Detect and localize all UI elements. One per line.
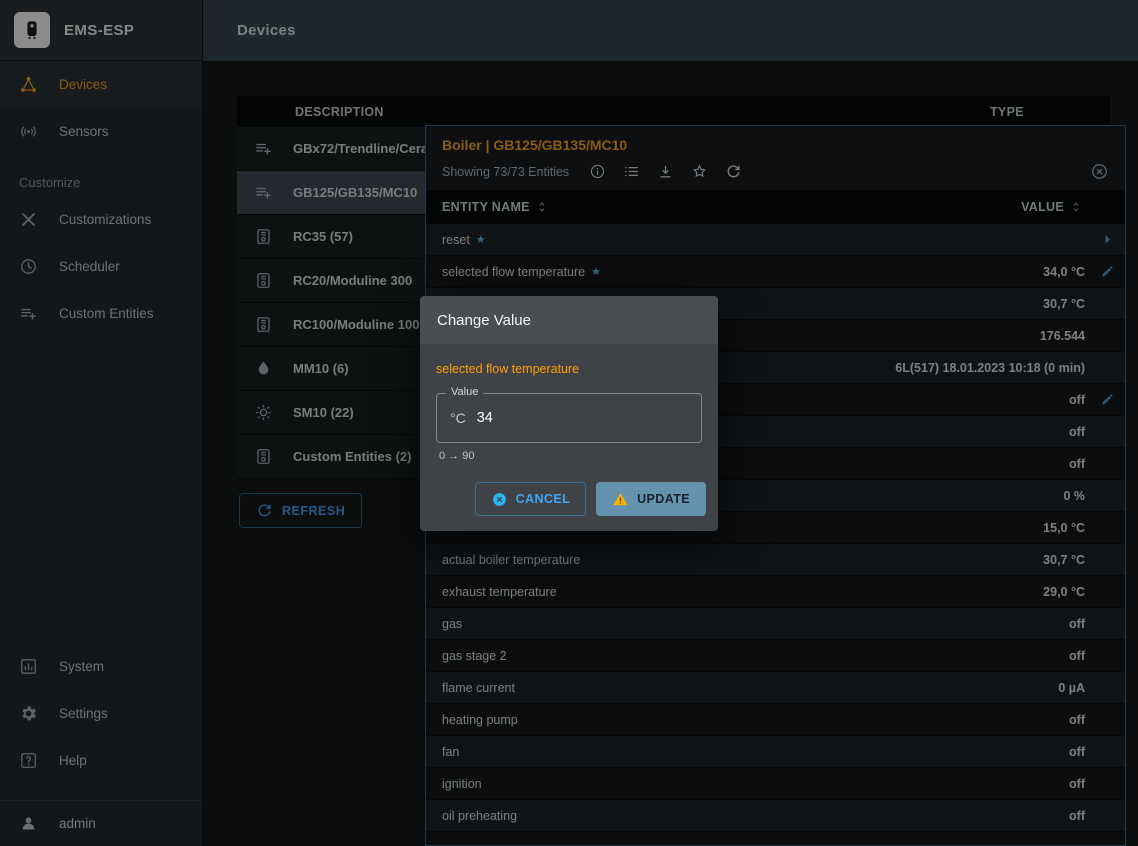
update-button[interactable]: UPDATE: [596, 482, 706, 516]
unit-adornment: °C: [450, 410, 466, 426]
update-button-label: UPDATE: [637, 492, 690, 506]
cancel-button[interactable]: CANCEL: [475, 482, 586, 516]
dialog-title: Change Value: [420, 296, 718, 344]
dialog-body: selected flow temperature Value °C 34 0 …: [420, 344, 718, 462]
change-value-dialog: Change Value selected flow temperature V…: [420, 296, 718, 531]
warning-icon: [612, 491, 629, 508]
value-range-hint: 0 → 90: [439, 450, 702, 462]
value-input-label: Value: [446, 386, 483, 398]
value-input-text: 34: [477, 410, 493, 426]
app-root: EMS-ESP DevicesSensors Customize Customi…: [0, 0, 1138, 846]
cancel-circle-icon: [491, 491, 508, 508]
dialog-actions: CANCEL UPDATE: [420, 462, 718, 531]
value-input[interactable]: Value °C 34: [436, 393, 702, 443]
dialog-entity-name: selected flow temperature: [436, 362, 702, 376]
cancel-button-label: CANCEL: [516, 492, 570, 506]
